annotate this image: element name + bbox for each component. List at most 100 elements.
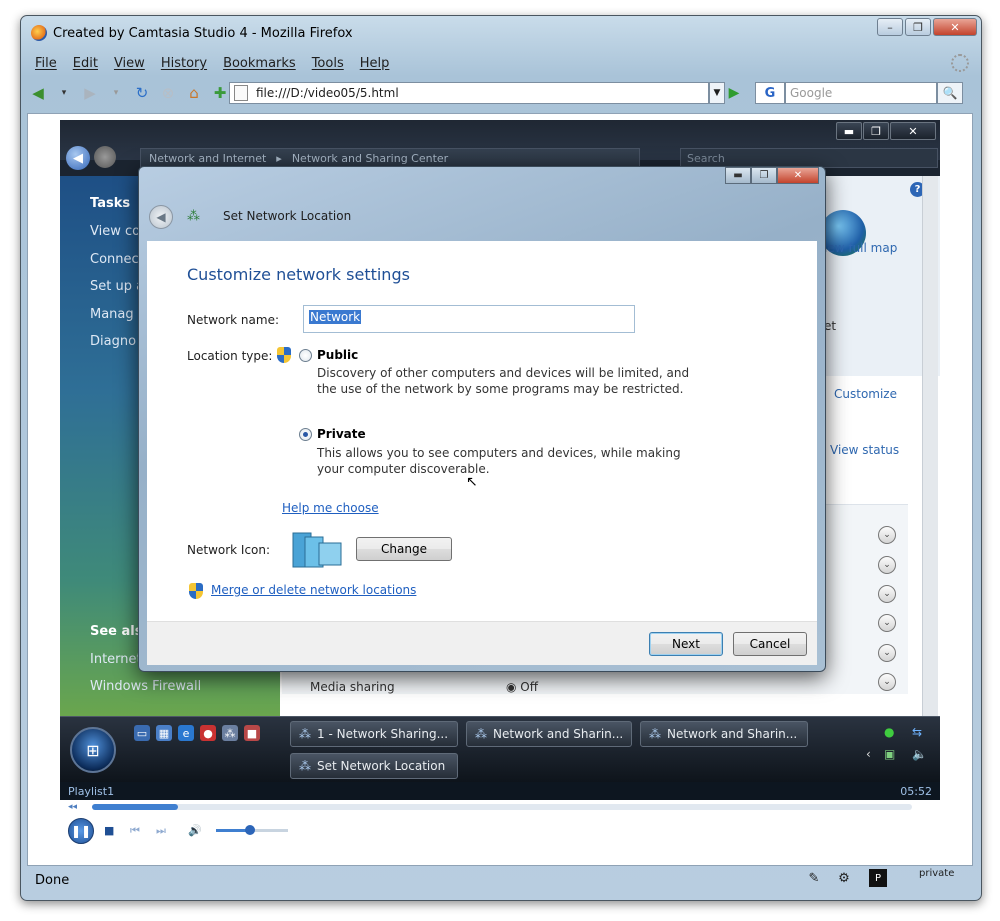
see-also-title: See als [90, 624, 143, 639]
menu-help[interactable]: Help [360, 56, 390, 71]
menu-view[interactable]: View [114, 56, 145, 71]
close-button[interactable]: ✕ [933, 18, 977, 36]
network-app-icon: ⁂ [649, 727, 661, 741]
rewind-icon[interactable]: ◂◂ [68, 802, 77, 812]
start-orb-icon: ⊞ [70, 727, 116, 773]
expand-chevron-icon: ⌄ [878, 556, 896, 574]
tray-network-icon: ⇆ [912, 725, 923, 739]
media-sharing-value-text: Off [520, 680, 539, 694]
menu-bookmarks[interactable]: Bookmarks [223, 56, 296, 71]
media-sharing-label: Media sharing [310, 680, 395, 694]
status-bar: Done [27, 868, 973, 892]
page-content: ▬ ❐ ✕ ◀ Network and Internet ▸ Network a… [27, 113, 973, 866]
network-app-icon: ⁂ [299, 727, 311, 741]
forward-history-dropdown-icon[interactable]: ▾ [105, 82, 127, 104]
uac-shield-icon [189, 583, 203, 599]
dialog-heading: Customize network settings [187, 265, 410, 284]
menu-tools[interactable]: Tools [312, 56, 344, 71]
explorer-address-bar: Network and Internet ▸ Network and Shari… [140, 148, 640, 168]
explorer-maximize-icon: ❐ [863, 122, 889, 140]
menu-bar: File Edit View History Bookmarks Tools H… [27, 52, 973, 74]
bookmark-add-icon[interactable]: ✚ [209, 82, 231, 104]
explorer-back-icon: ◀ [66, 146, 90, 170]
camtasia-icon: ■ [244, 725, 260, 741]
pause-button-icon[interactable]: ❚❚ [68, 818, 94, 844]
maximize-button[interactable]: ❐ [905, 18, 931, 36]
menu-history[interactable]: History [161, 56, 207, 71]
taskbar-item-label: 1 - Network Sharing... [317, 727, 449, 741]
breadcrumb-separator-icon: ▸ [276, 151, 282, 165]
title-bar: Created by Camtasia Studio 4 - Mozilla F… [31, 22, 353, 44]
see-also-item: Windows Firewall [90, 679, 202, 694]
minimize-button[interactable]: – [877, 18, 903, 36]
taskbar-item: ⁂ Network and Sharin... [640, 721, 808, 747]
network-app-icon: ⁂ [222, 725, 238, 741]
taskbar-item-label: Set Network Location [317, 759, 446, 773]
view-status-link: View status [830, 443, 900, 457]
taskbar-item: ⁂ 1 - Network Sharing... [290, 721, 458, 747]
network-name-value: Network [309, 310, 362, 324]
public-option-desc: Discovery of other computers and devices… [317, 366, 690, 396]
throbber-icon [951, 54, 969, 72]
seek-bar[interactable] [92, 804, 912, 810]
privacy-addon-icon[interactable]: P [869, 869, 887, 887]
go-arrow-icon[interactable]: ▶ [723, 82, 745, 104]
expand-chevron-icon: ⌄ [878, 673, 896, 691]
dialog-footer: Next Cancel [147, 621, 817, 665]
explorer-minimize-icon: ▬ [836, 122, 862, 140]
firefox-logo-icon [31, 25, 47, 41]
task-item: View co [90, 224, 141, 239]
dialog-title: Set Network Location [223, 209, 352, 223]
previous-icon[interactable]: ⏮ [130, 824, 140, 838]
volume-knob[interactable] [244, 825, 255, 835]
url-bar[interactable]: file:///D:/video05/5.html [229, 82, 709, 104]
media-app-icon: ● [200, 725, 216, 741]
window-title: Created by Camtasia Studio 4 - Mozilla F… [53, 25, 353, 41]
media-sharing-value: ◉ Off [506, 680, 538, 694]
merge-delete-locations-link: Merge or delete network locations [211, 583, 417, 597]
search-magnifier-icon[interactable]: 🔍 [937, 82, 963, 104]
reload-icon[interactable]: ↻ [131, 82, 153, 104]
task-item: Manag [90, 307, 134, 322]
customize-link: Customize [834, 387, 897, 401]
menu-file[interactable]: File [35, 56, 57, 71]
set-network-location-dialog: ▬ ❐ ✕ ◀ ⁂ Set Network Location Customize… [138, 166, 826, 672]
forward-arrow-icon[interactable]: ▶ [79, 82, 101, 104]
volume-icon[interactable]: 🔊 [188, 824, 202, 837]
taskbar-item-label: Network and Sharin... [493, 727, 624, 741]
menu-edit[interactable]: Edit [73, 56, 98, 71]
public-radio [299, 349, 312, 362]
explorer-forward-icon [94, 146, 116, 168]
expand-chevron-icon: ⌄ [878, 585, 896, 603]
stop-icon[interactable]: ⊗ [157, 82, 179, 104]
firefox-window: Created by Camtasia Studio 4 - Mozilla F… [20, 15, 982, 901]
see-also-item: Internet [90, 652, 142, 667]
stop-icon[interactable]: ■ [104, 824, 114, 837]
view-full-map-link: iew full map [824, 241, 898, 255]
task-item: Set up a [90, 279, 145, 294]
volume-slider[interactable] [216, 825, 288, 835]
tasks-title: Tasks [90, 196, 131, 211]
private-label: private [919, 868, 955, 879]
switch-windows-icon: ▦ [156, 725, 172, 741]
system-tray: ● ⇆ ‹ ▣ 🔈 [866, 723, 936, 775]
search-input[interactable]: Google [785, 82, 937, 104]
private-option-title: Private [317, 427, 366, 441]
help-me-choose-link: Help me choose [282, 501, 379, 515]
back-history-dropdown-icon[interactable]: ▾ [53, 82, 75, 104]
taskbar-item: ⁂ Network and Sharin... [466, 721, 632, 747]
tray-volume-icon: 🔈 [912, 747, 927, 761]
home-icon[interactable]: ⌂ [183, 82, 205, 104]
breadcrumb-1: Network and Internet [149, 151, 267, 165]
taskbar-item: ⁂ Set Network Location [290, 753, 458, 779]
url-text: file:///D:/video05/5.html [256, 86, 399, 100]
mouse-cursor-icon: ↖ [466, 474, 478, 490]
back-arrow-icon[interactable]: ◀ [27, 82, 49, 104]
search-engine-google-icon[interactable]: G [755, 82, 785, 104]
next-icon[interactable]: ⏭ [156, 824, 166, 838]
media-player-header: Playlist1 05:52 [60, 782, 940, 800]
seek-progress-fill [92, 804, 179, 810]
pencil-icon[interactable]: ✎ [805, 869, 823, 887]
gear-face-icon[interactable]: ⚙ [835, 869, 853, 887]
network-app-icon: ⁂ [475, 727, 487, 741]
